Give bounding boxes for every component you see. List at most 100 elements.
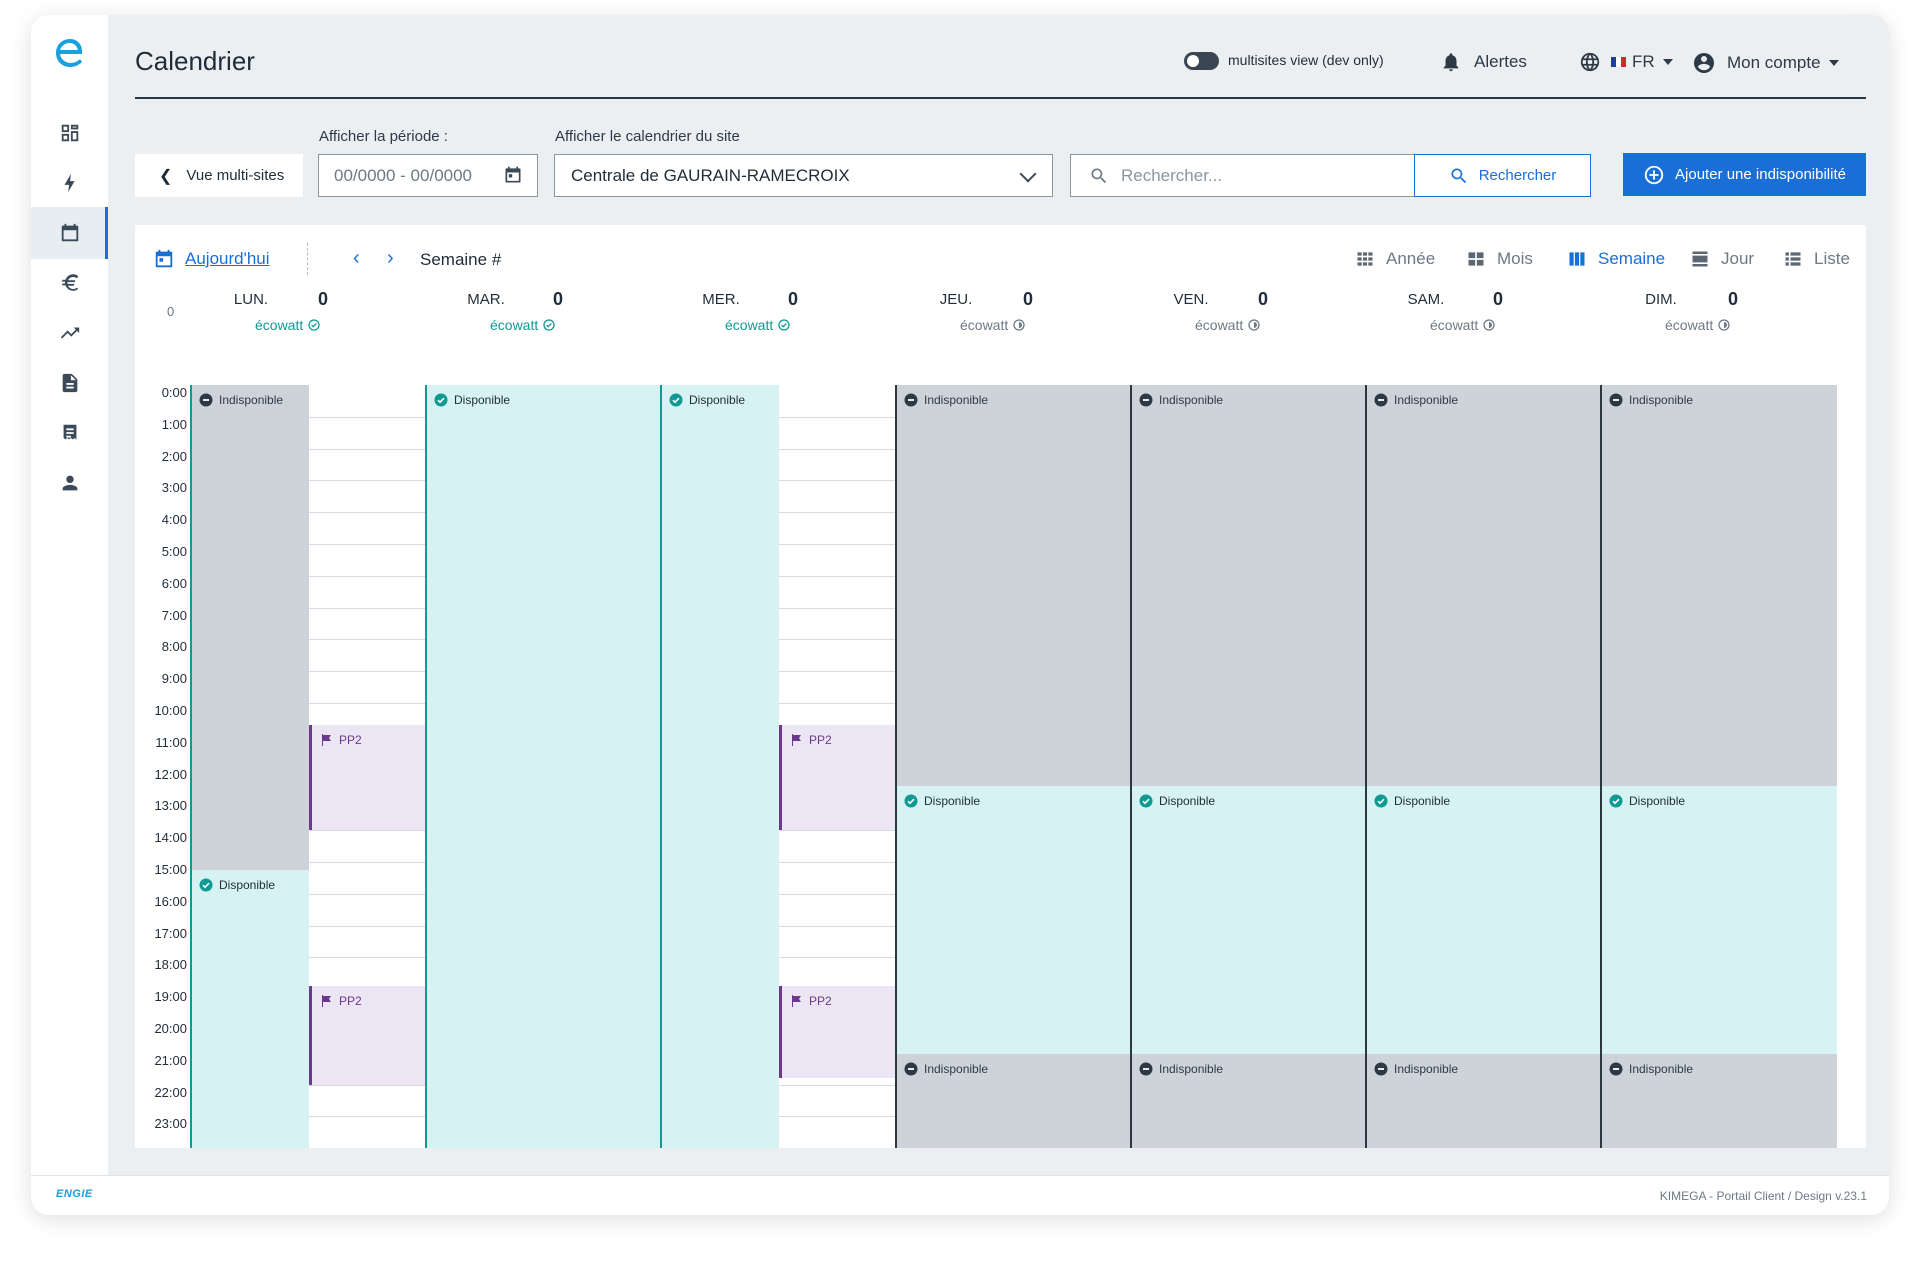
sidebar-item-energy[interactable] [31,157,108,209]
account-menu[interactable]: Mon compte [1692,51,1839,75]
ecowatt-link[interactable]: écowatt [725,317,790,333]
chevron-right-icon: › [387,247,394,269]
user-icon [62,475,77,491]
view-year-button[interactable]: Année [1355,249,1435,269]
event-label: Disponible [1159,793,1216,808]
available-event[interactable]: Disponible [1132,785,1367,1055]
ecowatt-link[interactable]: écowatt [490,317,555,333]
hour-label: 20:00 [154,1021,187,1036]
sidebar-item-trends[interactable] [31,307,108,359]
available-event[interactable]: Disponible [897,785,1132,1055]
search-button[interactable]: Rechercher [1414,154,1591,197]
header-divider [135,97,1866,99]
unavailable-event[interactable]: Indisponible [1132,385,1367,786]
pp2-event[interactable]: PP2 [779,725,895,831]
pending-circle-icon [1718,319,1730,331]
event-label: Indisponible [1159,393,1224,407]
event-label: Disponible [1394,793,1451,808]
flag-icon [322,734,331,747]
day-separator [190,385,192,1149]
period-value: 00/0000 - 00/0000 [334,165,473,185]
hour-label: 14:00 [154,830,187,846]
alerts-label: Alertes [1474,52,1527,71]
view-week-label: Semaine [1598,249,1666,268]
minus-circle-icon [904,1062,918,1076]
ecowatt-link[interactable]: écowatt [960,317,1025,333]
pp2-event[interactable]: PP2 [309,986,425,1085]
available-event[interactable]: Disponible [427,385,662,1149]
minus-circle-icon [904,393,918,407]
available-event[interactable]: Disponible [662,385,779,1149]
add-unavailability-button[interactable]: Ajouter une indisponibilité [1623,153,1866,196]
toolbar-separator [307,243,308,275]
day-count: 0 [1258,289,1269,309]
day-count: 0 [553,289,564,309]
sidebar-item-calendar[interactable] [31,207,108,259]
available-event[interactable]: Disponible [192,869,309,1149]
event-label: Indisponible [1394,393,1459,407]
view-month-label: Mois [1497,249,1533,268]
event-label: Indisponible [1629,1062,1694,1077]
next-week-button[interactable]: › [387,247,394,270]
check-circle-icon [308,319,320,331]
ecowatt-label: écowatt [1665,317,1714,333]
day-separator [1600,385,1602,1149]
site-select[interactable]: Centrale de GAURAIN-RAMECROIX [554,154,1053,197]
minus-circle-icon [1374,393,1388,407]
language-selector[interactable]: FR [1579,51,1673,73]
sidebar-item-billing[interactable] [31,257,108,309]
grid-icon [1357,252,1373,266]
view-day-label: Jour [1721,249,1755,268]
bell-icon [1443,53,1459,72]
engie-logo-icon[interactable] [51,35,87,71]
month-grid-icon [1468,252,1484,266]
unavailable-event[interactable]: Indisponible [1132,1054,1367,1149]
available-event[interactable]: Disponible [1367,785,1602,1055]
view-week-button[interactable]: Semaine [1567,249,1665,269]
ecowatt-link[interactable]: écowatt [1430,317,1495,333]
unavailable-event[interactable]: Indisponible [1602,385,1837,786]
hour-label: 1:00 [161,416,187,432]
alerts-button[interactable]: Alertes [1440,51,1527,73]
previous-week-button[interactable]: ‹ [353,247,360,270]
today-button[interactable]: Aujourd'hui [153,248,270,270]
sidebar-item-invoices[interactable] [31,407,108,459]
pp2-event[interactable]: PP2 [309,725,425,831]
sidebar-item-account[interactable] [31,457,108,509]
ecowatt-link[interactable]: écowatt [1665,317,1730,333]
unavailable-event[interactable]: Indisponible [897,385,1132,786]
hour-label: 0:00 [161,385,187,400]
unavailable-event[interactable]: Indisponible [897,1054,1132,1149]
calendar-icon[interactable] [503,165,523,185]
ecowatt-link[interactable]: écowatt [255,317,320,333]
app-window: Calendrier multisites view (dev only) Al… [31,15,1889,1215]
sidebar-item-documents[interactable] [31,357,108,409]
multisites-toggle[interactable] [1184,52,1219,70]
search-icon [1451,168,1466,183]
check-circle-icon [199,878,213,892]
unavailable-event[interactable]: Indisponible [1602,1054,1837,1149]
day-count: 0 [318,289,329,309]
view-day-button[interactable]: Jour [1690,249,1754,269]
pp2-event[interactable]: PP2 [779,986,895,1079]
hour-label: 6:00 [161,575,187,591]
day-name: SAM. [1407,291,1445,308]
view-month-button[interactable]: Mois [1466,249,1533,269]
unavailable-event[interactable]: Indisponible [1367,385,1602,786]
unavailable-event[interactable]: Indisponible [192,385,309,870]
minus-circle-icon [199,393,213,407]
view-list-button[interactable]: Liste [1783,249,1850,269]
event-label: Disponible [1629,793,1686,808]
period-input[interactable]: 00/0000 - 00/0000 [318,154,538,197]
ecowatt-link[interactable]: écowatt [1195,317,1260,333]
day-count: 0 [788,289,799,309]
available-event[interactable]: Disponible [1602,785,1837,1055]
multi-sites-button[interactable]: ❮ Vue multi-sites [135,154,303,197]
event-label: Indisponible [1629,393,1694,407]
sidebar-item-dashboard[interactable] [31,107,108,159]
unavailable-event[interactable]: Indisponible [1367,1054,1602,1149]
search-placeholder: Rechercher... [1121,165,1223,185]
search-icon [1091,168,1107,183]
chevron-down-icon [1828,60,1839,66]
search-input[interactable]: Rechercher... [1070,154,1415,197]
